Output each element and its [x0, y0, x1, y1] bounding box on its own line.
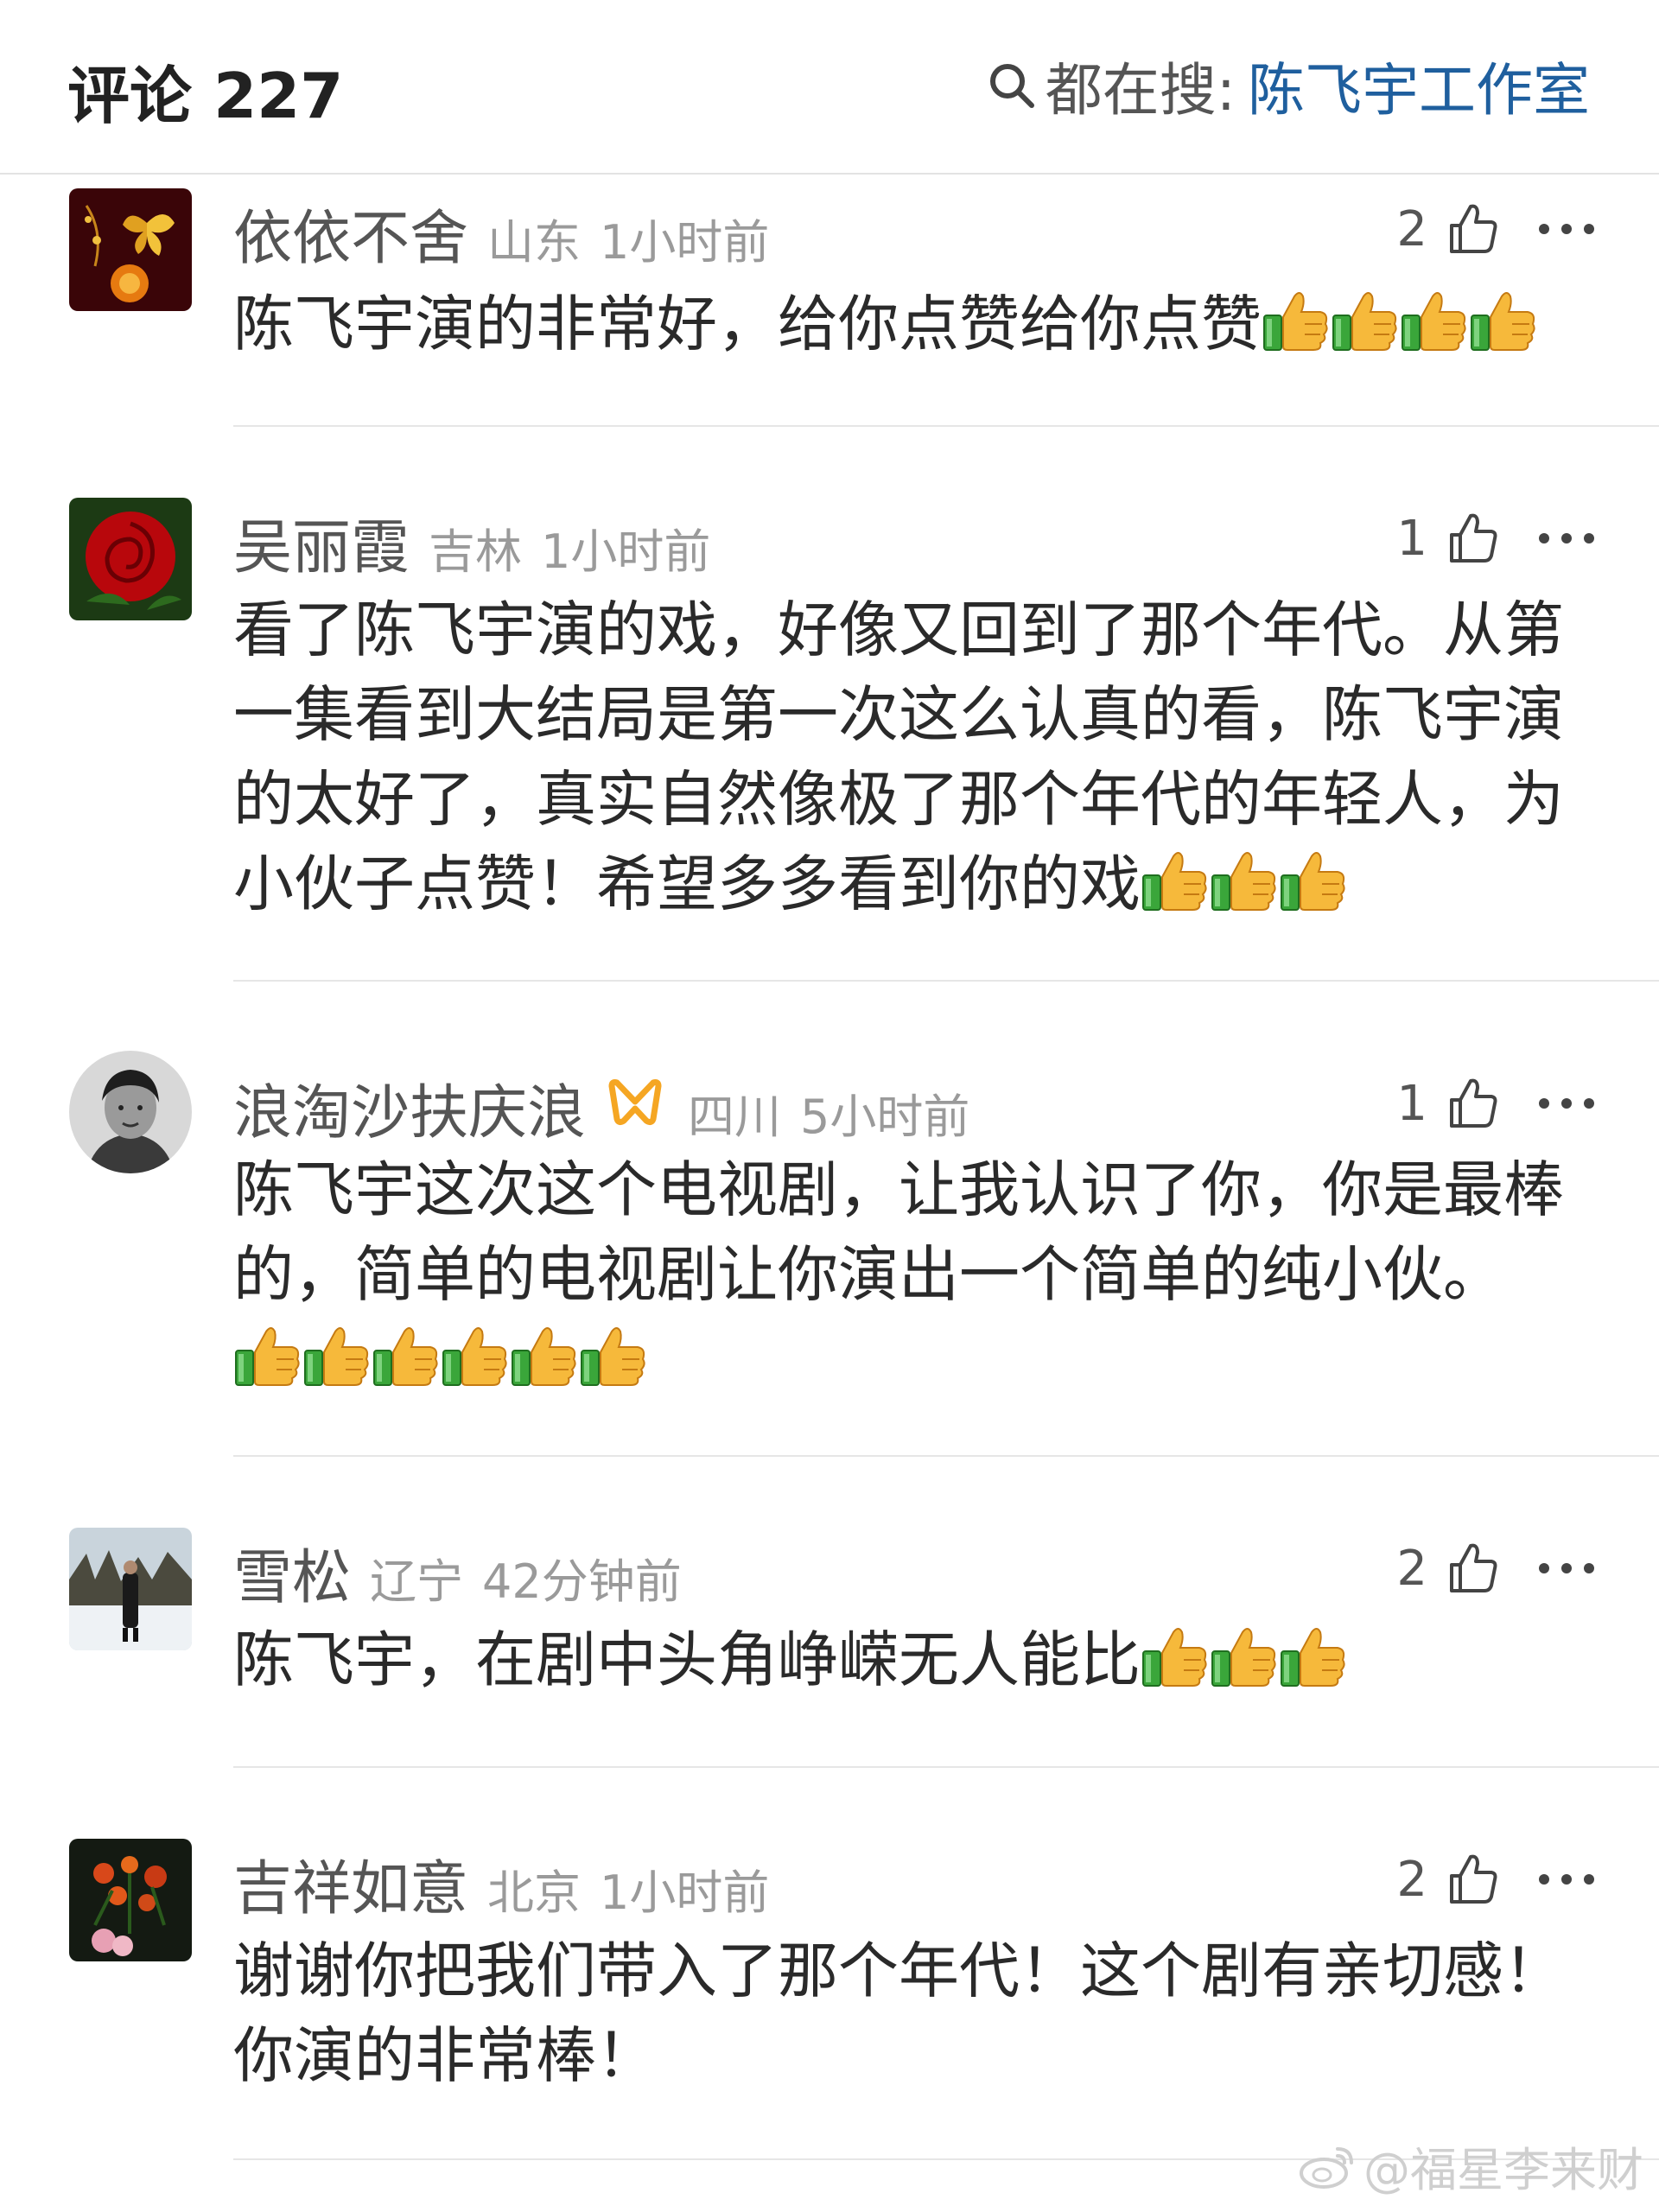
comment-time: 1小时前: [541, 524, 711, 579]
watermark-text: @福星李来财: [1363, 2143, 1643, 2197]
username[interactable]: 吉祥如意: [233, 1840, 468, 1926]
thumbs-up-emoji-icon: [1279, 1622, 1348, 1691]
red-rose-avatar-icon: [69, 498, 192, 620]
thumbs-up-icon[interactable]: [1445, 201, 1500, 257]
like-count: 2: [1396, 1540, 1427, 1597]
divider: [233, 425, 1659, 427]
like-count: 1: [1396, 1075, 1427, 1132]
comment-body: 陈飞宇演的非常好，给你点赞给你点赞: [233, 289, 1262, 359]
comment-text: 谢谢你把我们带入了那个年代！这个剧有亲切感！你演的非常棒！: [233, 1929, 1599, 2098]
thumbs-up-icon[interactable]: [1445, 511, 1500, 566]
comment-text: 看了陈飞宇演的戏，好像又回到了那个年代。从第一集看到大结局是第一次这么认真的看，…: [233, 588, 1599, 926]
avatar[interactable]: [69, 498, 192, 620]
comments-header: 评论 227 都在搜: 陈飞宇工作室: [0, 0, 1659, 175]
more-options-icon[interactable]: [1536, 220, 1597, 238]
comment-body: 陈飞宇这次这个电视剧，让我认识了你，你是最棒的，简单的电视剧让你演出一个简单的纯…: [233, 1154, 1564, 1310]
comment-actions: 2: [1396, 190, 1597, 268]
comments-count-title: 评论 227: [67, 60, 344, 132]
comment-time: 42分钟前: [482, 1554, 682, 1609]
comment-item: 吉祥如意 北京 1小时前 2 谢谢你把我们带入了那个年代！这个剧有亲切感！你演的…: [0, 1827, 1659, 2155]
thumbs-up-emoji-icon: [510, 1321, 579, 1390]
user-region: 山东: [487, 215, 582, 270]
more-options-icon[interactable]: [1536, 1871, 1597, 1888]
username[interactable]: 雪松: [233, 1529, 351, 1615]
comment-text: 陈飞宇演的非常好，给你点赞给你点赞: [233, 282, 1599, 366]
comment-time: 1小时前: [600, 215, 770, 270]
thumbs-up-emoji-icon: [579, 1321, 648, 1390]
watermark: @福星李来财: [1298, 2132, 1643, 2200]
portrait-photo-avatar-icon: [69, 1051, 192, 1173]
thumbs-up-icon[interactable]: [1445, 1541, 1500, 1596]
snow-scene-avatar-icon: [69, 1528, 192, 1650]
user-region: 北京: [487, 1866, 582, 1920]
thumbs-up-icon[interactable]: [1445, 1076, 1500, 1131]
comment-time: 5小时前: [800, 1090, 970, 1144]
thumbs-up-emoji-icon: [441, 1321, 510, 1390]
user-region: 吉林: [429, 524, 523, 579]
comment-actions: 1: [1396, 1065, 1597, 1142]
butterfly-lantern-avatar-icon: [69, 188, 192, 311]
comment-body: 谢谢你把我们带入了那个年代！这个剧有亲切感！你演的非常棒！: [233, 1936, 1564, 2091]
weibo-logo-icon: [1300, 2146, 1353, 2189]
search-prefix-label: 都在搜:: [1045, 57, 1236, 124]
thumbs-up-emoji-icon: [372, 1321, 441, 1390]
divider: [233, 980, 1659, 982]
thumbs-up-emoji-icon: [302, 1321, 372, 1390]
thumbs-up-emoji-icon: [1141, 846, 1210, 915]
thumbs-up-emoji-icon: [1262, 286, 1331, 355]
comment-actions: 2: [1396, 1840, 1597, 1918]
username[interactable]: 依依不舍: [233, 190, 468, 276]
avatar[interactable]: [69, 188, 192, 311]
comment-text: 陈飞宇，在剧中头角峥嵘无人能比: [233, 1618, 1599, 1702]
avatar[interactable]: [69, 1839, 192, 1961]
avatar[interactable]: [69, 1528, 192, 1650]
thumbs-up-emoji-icon: [1279, 846, 1348, 915]
comment-body: 陈飞宇，在剧中头角峥嵘无人能比: [233, 1624, 1141, 1695]
more-options-icon[interactable]: [1536, 1560, 1597, 1577]
like-count: 2: [1396, 1851, 1427, 1908]
like-count: 2: [1396, 200, 1427, 257]
comment-meta: 依依不舍 山东 1小时前: [233, 190, 788, 273]
avatar[interactable]: [69, 1051, 192, 1173]
comment-item: 依依不舍 山东 1小时前 2 陈飞宇演的非常好，给你点赞给你点赞: [0, 175, 1659, 425]
comment-time: 1小时前: [600, 1866, 770, 1920]
more-options-icon[interactable]: [1536, 1095, 1597, 1112]
comment-meta: 浪淘沙扶庆浪 四川 5小时前: [233, 1065, 988, 1147]
user-region: 四川: [688, 1090, 782, 1144]
comment-meta: 吴丽霞 吉林 1小时前: [233, 499, 729, 582]
comment-item: 雪松 辽宁 42分钟前 2 陈飞宇，在剧中头角峥嵘无人能比: [0, 1516, 1659, 1766]
username[interactable]: 吴丽霞: [233, 499, 410, 585]
comment-item: 浪淘沙扶庆浪 四川 5小时前 1 陈飞宇这次这个电视剧，让我认识了你，你是最棒的…: [0, 1040, 1659, 1446]
comment-actions: 2: [1396, 1529, 1597, 1607]
user-region: 辽宁: [370, 1554, 464, 1609]
more-options-icon[interactable]: [1536, 530, 1597, 547]
comment-meta: 雪松 辽宁 42分钟前: [233, 1529, 701, 1612]
thumbs-up-icon[interactable]: [1445, 1852, 1500, 1907]
search-icon: [989, 64, 1034, 108]
thumbs-up-emoji-icon: [1400, 286, 1469, 355]
thumbs-up-emoji-icon: [1141, 1622, 1210, 1691]
thumbs-up-emoji-icon: [1331, 286, 1400, 355]
flowers-avatar-icon: [69, 1839, 192, 1961]
thumbs-up-emoji-icon: [1210, 1622, 1279, 1691]
search-term-link[interactable]: 陈飞宇工作室: [1248, 44, 1590, 127]
comment-body: 看了陈飞宇演的戏，好像又回到了那个年代。从第一集看到大结局是第一次这么认真的看，…: [233, 594, 1564, 919]
comment-text: 陈飞宇这次这个电视剧，让我认识了你，你是最棒的，简单的电视剧让你演出一个简单的纯…: [233, 1147, 1599, 1402]
comment-actions: 1: [1396, 499, 1597, 577]
divider: [233, 1455, 1659, 1457]
comment-item: 吴丽霞 吉林 1小时前 1 看了陈飞宇演的戏，好像又回到了那个年代。从第一集看到…: [0, 486, 1659, 978]
comment-meta: 吉祥如意 北京 1小时前: [233, 1840, 788, 1923]
trending-search-link[interactable]: 都在搜: 陈飞宇工作室: [987, 48, 1590, 124]
divider: [233, 1766, 1659, 1768]
like-count: 1: [1396, 510, 1427, 567]
username[interactable]: 浪淘沙扶庆浪: [233, 1065, 586, 1150]
orange-ribbon-badge-icon: [608, 1079, 662, 1126]
thumbs-up-emoji-icon: [233, 1321, 302, 1390]
thumbs-up-emoji-icon: [1210, 846, 1279, 915]
thumbs-up-emoji-icon: [1469, 286, 1538, 355]
